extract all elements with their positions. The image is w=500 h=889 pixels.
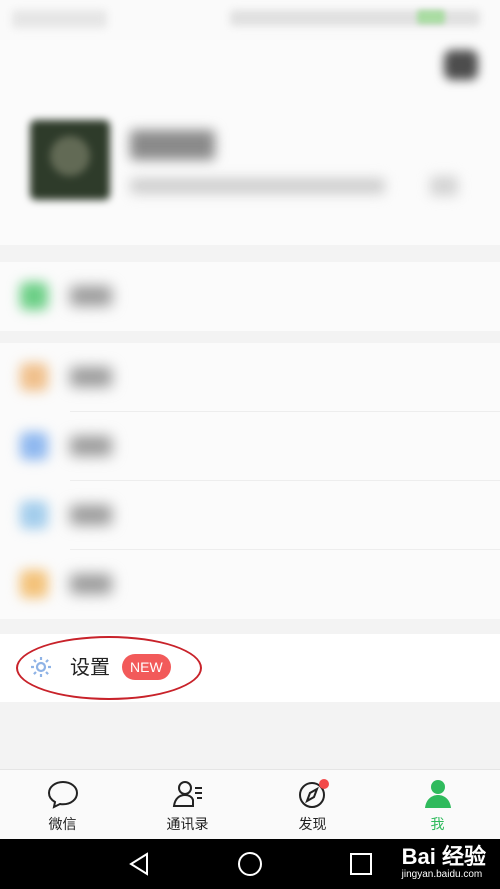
menu-section-features: [0, 343, 500, 619]
tab-label: 微信: [48, 817, 77, 833]
stickers-icon: [20, 570, 48, 598]
profile-header[interactable]: [0, 40, 500, 245]
tab-me[interactable]: 我: [375, 770, 500, 840]
watermark-main: Bai 经验: [401, 844, 486, 869]
highlight-annotation: [16, 636, 202, 700]
contacts-icon: [172, 781, 202, 807]
menu-section-pay: [0, 262, 500, 331]
status-bar: [0, 0, 500, 40]
system-nav-bar: Bai 经验 jingyan.baidu.com: [0, 839, 500, 889]
avatar[interactable]: [30, 120, 110, 200]
tab-label: 发现: [298, 817, 327, 833]
album-icon: [20, 432, 48, 460]
pay-icon: [20, 282, 48, 310]
tab-bar: 微信 通讯录 发现 我: [0, 769, 500, 839]
menu-item-favorites[interactable]: [0, 343, 500, 412]
menu-label-blurred: [70, 367, 112, 387]
tab-chats[interactable]: 微信: [0, 770, 125, 840]
notification-dot: [318, 779, 329, 789]
menu-label-blurred: [70, 286, 112, 306]
tab-discover[interactable]: 发现: [250, 770, 375, 840]
favorites-icon: [20, 363, 48, 391]
menu-label-blurred: [70, 574, 112, 594]
menu-item-stickers[interactable]: [0, 550, 500, 619]
recents-icon[interactable]: [348, 851, 374, 877]
chat-bubble-icon: [47, 780, 78, 809]
baidu-jingyan-watermark: Bai 经验 jingyan.baidu.com: [402, 845, 486, 881]
menu-label-blurred: [70, 505, 112, 525]
account-id-blurred: [130, 178, 385, 194]
camera-icon[interactable]: [444, 50, 478, 80]
qr-code-icon[interactable]: [430, 176, 458, 196]
wechat-me-screen: 设置 NEW 微信 通讯录 发现 我 Bai 经验 jingyan.baidu.…: [0, 0, 500, 889]
tab-contacts[interactable]: 通讯录: [125, 770, 250, 840]
menu-item-album[interactable]: [0, 412, 500, 481]
battery-icon: [417, 10, 445, 24]
cards-icon: [20, 501, 48, 529]
nickname-blurred: [130, 130, 215, 160]
person-icon: [424, 780, 451, 808]
menu-item-pay[interactable]: [0, 262, 500, 331]
watermark-sub: jingyan.baidu.com: [401, 869, 483, 880]
compass-icon: [298, 779, 329, 808]
status-carrier-blurred: [12, 10, 107, 28]
back-icon[interactable]: [126, 851, 152, 877]
menu-label-blurred: [70, 436, 112, 456]
home-icon[interactable]: [237, 851, 263, 877]
tab-label: 通讯录: [166, 817, 209, 833]
menu-item-cards[interactable]: [0, 481, 500, 550]
tab-label: 我: [430, 817, 445, 833]
